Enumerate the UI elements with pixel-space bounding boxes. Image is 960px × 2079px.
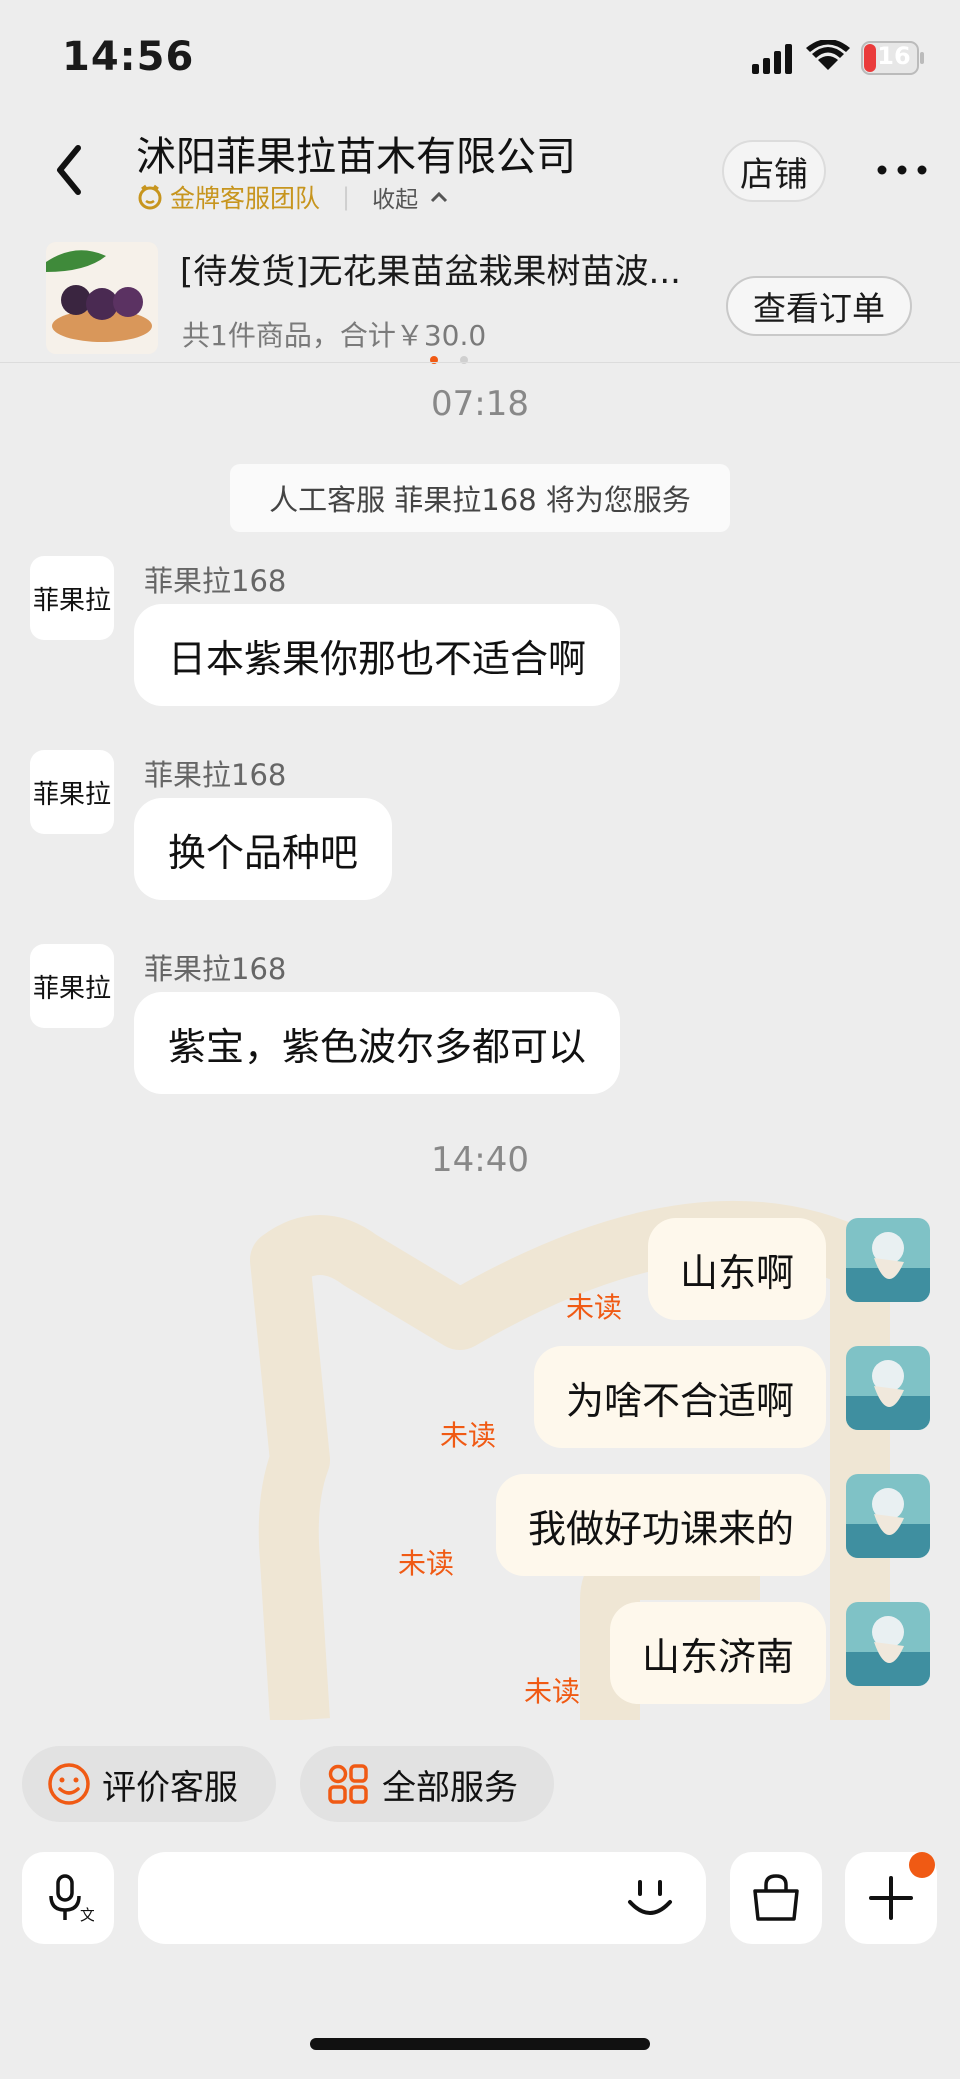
gold-service-icon bbox=[138, 184, 162, 210]
plus-icon bbox=[869, 1876, 913, 1920]
sender-name: 菲果拉168 bbox=[144, 952, 287, 986]
grid-icon bbox=[328, 1764, 368, 1804]
message-bubble[interactable]: 我做好功课来的 bbox=[495, 1474, 826, 1576]
status-icons bbox=[748, 39, 958, 76]
divider: | bbox=[342, 183, 351, 211]
product-button[interactable] bbox=[730, 1852, 822, 1944]
outgoing-message: 我做好功课来的 bbox=[495, 1474, 826, 1576]
outgoing-message: 山东济南 bbox=[609, 1602, 826, 1704]
more-icon bbox=[877, 165, 927, 175]
microphone-icon: 文 bbox=[49, 1874, 94, 1924]
home-indicator bbox=[310, 2038, 650, 2050]
shopping-bag-icon bbox=[753, 1874, 799, 1921]
unread-status: 未读 bbox=[440, 1419, 497, 1452]
sender-name: 菲果拉168 bbox=[144, 758, 287, 792]
shop-avatar[interactable]: 菲果拉 bbox=[30, 750, 114, 834]
wifi-icon bbox=[806, 39, 850, 70]
order-title[interactable]: [待发货]无花果苗盆栽果树苗波... bbox=[180, 244, 720, 293]
battery-level: 16 bbox=[877, 42, 911, 70]
emoji-icon bbox=[628, 1880, 672, 1915]
smile-icon bbox=[48, 1763, 90, 1805]
user-avatar[interactable] bbox=[846, 1474, 930, 1558]
shop-avatar[interactable]: 菲果拉 bbox=[30, 944, 114, 1028]
outgoing-message: 为啥不合适啊 bbox=[533, 1346, 826, 1448]
collapse-button[interactable]: 收起 bbox=[372, 180, 418, 214]
header-divider bbox=[0, 362, 960, 363]
message-bubble[interactable]: 换个品种吧 bbox=[134, 798, 393, 900]
all-services-label: 全部服务 bbox=[382, 1767, 518, 1808]
unread-status: 未读 bbox=[566, 1291, 623, 1324]
notification-dot bbox=[909, 1852, 935, 1878]
rate-service-label: 评价客服 bbox=[102, 1767, 238, 1808]
shop-name[interactable]: 沭阳菲果拉苗木有限公司 bbox=[136, 124, 576, 182]
more-button[interactable] bbox=[874, 152, 930, 188]
message-bubble[interactable]: 山东济南 bbox=[609, 1602, 826, 1704]
chat-timestamp: 14:40 bbox=[431, 1140, 529, 1180]
team-row: 金牌客服团队 | 收起 bbox=[136, 180, 452, 214]
chevron-up-icon bbox=[431, 191, 448, 203]
user-avatar[interactable] bbox=[846, 1218, 930, 1302]
back-icon bbox=[57, 145, 81, 195]
product-thumbnail[interactable] bbox=[46, 242, 158, 354]
all-services-button[interactable]: 全部服务 bbox=[300, 1746, 554, 1822]
chat-timestamp: 07:18 bbox=[431, 384, 529, 424]
user-avatar[interactable] bbox=[846, 1602, 930, 1686]
status-time: 14:56 bbox=[62, 34, 195, 80]
outgoing-message: 山东啊 bbox=[647, 1218, 826, 1320]
voice-input-button[interactable]: 文 bbox=[22, 1852, 114, 1944]
back-button[interactable] bbox=[50, 140, 90, 200]
signal-icon bbox=[752, 44, 792, 74]
svg-text:文: 文 bbox=[80, 1907, 94, 1924]
message-bubble[interactable]: 为啥不合适啊 bbox=[533, 1346, 826, 1448]
emoji-button[interactable] bbox=[620, 1868, 680, 1928]
message-bubble[interactable]: 山东啊 bbox=[647, 1218, 826, 1320]
message-bubble[interactable]: 紫宝，紫色波尔多都可以 bbox=[134, 992, 621, 1094]
store-button[interactable]: 店铺 bbox=[722, 140, 826, 202]
unread-status: 未读 bbox=[524, 1675, 581, 1708]
system-notice: 人工客服 菲果拉168 将为您服务 bbox=[230, 464, 730, 532]
order-summary: 共1件商品，合计￥30.0 bbox=[182, 319, 487, 352]
team-label: 金牌客服团队 bbox=[170, 184, 321, 213]
shop-avatar[interactable]: 菲果拉 bbox=[30, 556, 114, 640]
rate-service-button[interactable]: 评价客服 bbox=[22, 1746, 276, 1822]
sender-name: 菲果拉168 bbox=[144, 564, 287, 598]
message-bubble[interactable]: 日本紫果你那也不适合啊 bbox=[134, 604, 621, 706]
user-avatar[interactable] bbox=[846, 1346, 930, 1430]
view-order-button[interactable]: 查看订单 bbox=[726, 276, 912, 336]
unread-status: 未读 bbox=[398, 1547, 455, 1580]
